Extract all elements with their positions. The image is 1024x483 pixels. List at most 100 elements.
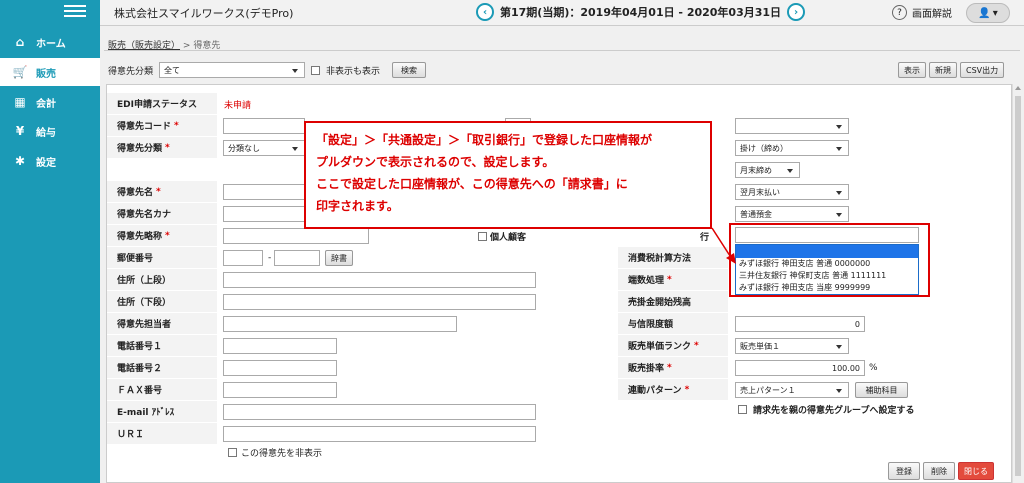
zip-separator: - [268, 253, 272, 263]
url-input[interactable] [223, 426, 536, 442]
dictionary-button[interactable]: 辞書 [325, 250, 353, 266]
select-value: 翌月末払い [740, 187, 780, 197]
parent-group-checkbox[interactable] [738, 405, 747, 414]
dropdown-option[interactable]: 三井住友銀行 神保町支店 普通 1111111 [736, 270, 918, 282]
sidebar-item-payroll[interactable]: ¥ 給与 [0, 117, 100, 145]
filter-label: 得意先分類 [108, 66, 154, 77]
edi-status-label: EDI申請ステータス [107, 93, 217, 115]
customer-code-label: 得意先コード * [107, 115, 217, 137]
email-input[interactable] [223, 404, 536, 420]
phone2-input[interactable] [223, 360, 337, 376]
address2-input[interactable] [223, 294, 536, 310]
sidebar-item-label: 給与 [36, 127, 56, 139]
customer-short-name-input[interactable] [223, 228, 369, 244]
journal-pattern-label: 連動パターン * [618, 379, 728, 401]
contact-person-input[interactable] [223, 316, 457, 332]
scroll-up-icon[interactable] [1015, 86, 1021, 90]
filter-class-select[interactable]: 全て [159, 62, 306, 78]
bank-label-fragment: 行 [700, 232, 710, 243]
sales-rate-label: 販売掛率 * [618, 357, 728, 379]
csv-export-button[interactable]: CSV出力 [960, 62, 1005, 78]
user-menu-button[interactable]: 👤 ▾ [966, 3, 1010, 23]
label-text: 端数処理 [628, 276, 665, 286]
label-text: 販売掛率 [628, 364, 665, 374]
phone1-label: 電話番号１ [107, 335, 217, 357]
sidebar-item-label: 会計 [36, 98, 56, 110]
filter-select-value: 全て [164, 65, 181, 75]
register-button[interactable]: 登録 [888, 462, 920, 480]
sales-rate-input[interactable]: 100.00 [735, 360, 865, 376]
user-icon: 👤 [978, 7, 991, 19]
dropdown-highlighted-option[interactable] [736, 245, 918, 258]
new-button[interactable]: 新規 [929, 62, 957, 78]
select-value: 販売単価１ [740, 341, 780, 351]
header: 株式会社スマイルワークス(デモPro) ‹ 第17期(当期)：2019年04月0… [100, 0, 1024, 26]
search-button[interactable]: 検索 [392, 62, 427, 78]
scrollbar-thumb[interactable] [1015, 96, 1021, 476]
bank-account-select[interactable] [735, 227, 919, 243]
fax-input[interactable] [223, 382, 337, 398]
label-text: 住所（上段） [117, 276, 172, 286]
account-type-select[interactable]: 普通預金 [735, 206, 849, 222]
rounding-label: 端数処理 * [618, 269, 728, 291]
percent-unit: % [869, 363, 878, 373]
select-value: 掛け（締め） [740, 143, 788, 153]
zip-first-input[interactable] [223, 250, 263, 266]
bottom-buttons: 登録 削除 閉じる [888, 462, 994, 480]
customer-kana-label: 得意先名カナ [107, 203, 217, 225]
settlement-select[interactable] [735, 118, 849, 134]
period-label: 第17期(当期)：2019年04月01日 - 2020年03月31日 [500, 6, 782, 19]
show-hidden-checkbox[interactable] [311, 65, 321, 75]
label-text: 得意先分類 [117, 144, 163, 154]
required-mark: * [165, 142, 170, 153]
sidebar-item-settings[interactable]: ✱ 設定 [0, 147, 100, 175]
journal-pattern-select[interactable]: 売上パターン１ [735, 382, 849, 398]
customer-short-name-label: 得意先略称 * [107, 225, 217, 247]
label-text: 与信限度額 [628, 320, 674, 330]
delete-button[interactable]: 削除 [923, 462, 955, 480]
label-text: 売掛金開始残高 [628, 298, 692, 308]
display-button[interactable]: 表示 [898, 62, 926, 78]
next-period-icon[interactable]: › [787, 3, 806, 21]
sidebar-item-label: 設定 [36, 157, 56, 169]
help-button[interactable]: ? 画面解説 [892, 5, 952, 20]
sidebar-item-sales[interactable]: 🛒 販売 [0, 58, 100, 86]
scrollbar[interactable] [1012, 84, 1022, 483]
label-text: 電話番号２ [117, 364, 163, 374]
bank-account-dropdown-list: みずほ銀行 神田支店 普通 0000000 三井住友銀行 神保町支店 普通 11… [735, 244, 919, 295]
credit-limit-input[interactable]: 0 [735, 316, 865, 332]
customer-name-input[interactable] [223, 184, 305, 200]
terms-select[interactable]: 掛け（締め） [735, 140, 849, 156]
required-mark: * [165, 230, 170, 241]
phone1-input[interactable] [223, 338, 337, 354]
required-mark: * [667, 362, 672, 373]
customer-class-select[interactable]: 分類なし [223, 140, 305, 156]
url-label: ＵＲＩ [107, 423, 217, 445]
sidebar-item-accounting[interactable]: ▦ 会計 [0, 88, 100, 116]
hide-customer-checkbox[interactable] [228, 448, 237, 457]
label-text: 得意先コード [117, 122, 172, 132]
prev-period-icon[interactable]: ‹ [476, 3, 494, 21]
auxiliary-account-button[interactable]: 補助科目 [855, 382, 908, 398]
label-text: 住所（下段） [117, 298, 172, 308]
filter-bar: 得意先分類 全て 非表示も表示 検索 [108, 62, 427, 78]
hamburger-menu-icon[interactable] [64, 2, 86, 18]
required-mark: * [667, 274, 672, 285]
customer-kana-input[interactable] [223, 206, 305, 222]
dropdown-option[interactable]: みずほ銀行 神田支店 普通 0000000 [736, 258, 918, 270]
cart-icon: 🛒 [12, 65, 28, 79]
closing-day-select[interactable]: 月末締め [735, 162, 800, 178]
zip-second-input[interactable] [274, 250, 320, 266]
dropdown-option[interactable]: みずほ銀行 神田支店 当座 9999999 [736, 282, 918, 294]
individual-customer-checkbox[interactable] [478, 232, 487, 241]
callout-line: プルダウンで表示されるので、設定します。 [316, 155, 555, 169]
sidebar-item-label: ホーム [36, 38, 66, 50]
payment-day-select[interactable]: 翌月末払い [735, 184, 849, 200]
address1-input[interactable] [223, 272, 536, 288]
price-rank-select[interactable]: 販売単価１ [735, 338, 849, 354]
sidebar-item-home[interactable]: ⌂ ホーム [0, 28, 100, 56]
close-button[interactable]: 閉じる [958, 462, 994, 480]
gear-icon: ✱ [14, 154, 26, 168]
individual-customer-label: 個人顧客 [490, 232, 527, 243]
customer-code-input[interactable] [223, 118, 305, 134]
